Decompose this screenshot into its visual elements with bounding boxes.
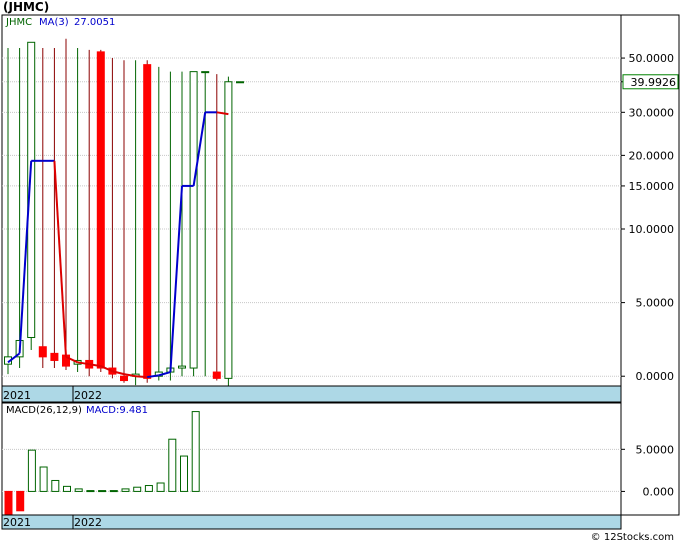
macd-title-label: MACD(26,12,9) <box>6 405 82 416</box>
macd-xaxis-label: 2022 <box>74 516 102 529</box>
price-xaxis-label: 2021 <box>3 389 31 402</box>
macd-xaxis-label: 2021 <box>3 516 31 529</box>
price-tick-label: 15.0000 <box>629 180 675 193</box>
macd-bar <box>74 488 83 492</box>
price-tick-label: 30.0000 <box>629 106 675 119</box>
macd-bar <box>27 449 36 492</box>
candle-body <box>201 71 210 74</box>
legend-ticker: JHMC <box>5 17 32 28</box>
macd-bar <box>4 490 13 516</box>
candle-body <box>50 352 59 361</box>
macd-value-label: MACD:9.481 <box>86 405 148 416</box>
legend-ma-label: MA(3) <box>39 17 69 28</box>
candle-body <box>212 371 221 379</box>
candle-body <box>96 51 105 369</box>
macd-bar <box>63 485 71 492</box>
macd-bar <box>51 479 60 492</box>
stock-chart: 50.000040.000030.000020.000015.000010.00… <box>1 14 680 530</box>
macd-bar <box>86 490 95 493</box>
candle-body <box>120 375 128 382</box>
price-tick-label: 0.0000 <box>636 370 675 383</box>
macd-tick-label: 5.0000 <box>636 443 675 456</box>
last-price-label: 39.9926 <box>631 76 677 89</box>
price-xaxis-label: 2022 <box>74 389 102 402</box>
candle-body <box>178 365 186 369</box>
footer-credit: © 12Stocks.com <box>590 532 674 543</box>
macd-bar <box>109 490 118 493</box>
legend-ma-value: 27.0051 <box>74 17 115 28</box>
candle-body <box>143 64 152 379</box>
macd-panel-frame <box>1 402 622 516</box>
macd-bar <box>133 486 142 492</box>
right-axis-frame <box>620 14 680 516</box>
candle-body <box>189 71 198 369</box>
price-panel-frame <box>1 14 622 387</box>
macd-bar <box>180 455 188 492</box>
price-tick-label: 10.0000 <box>629 223 675 236</box>
macd-bar <box>168 438 177 492</box>
macd-bar <box>191 411 200 492</box>
price-tick-label: 20.0000 <box>629 149 675 162</box>
macd-bar <box>156 482 165 492</box>
candle-body <box>224 81 233 379</box>
candle-body <box>38 346 47 358</box>
macd-bar <box>16 490 25 512</box>
macd-bar <box>144 485 153 492</box>
macd-tick-label: 0.000 <box>643 485 675 498</box>
macd-bar <box>98 490 107 493</box>
price-tick-label: 50.0000 <box>629 52 675 65</box>
macd-bar <box>39 466 48 492</box>
macd-bar <box>121 488 130 492</box>
price-tick-label: 5.0000 <box>636 297 675 310</box>
ma-line-segment <box>135 375 148 379</box>
candle-body <box>236 81 244 84</box>
